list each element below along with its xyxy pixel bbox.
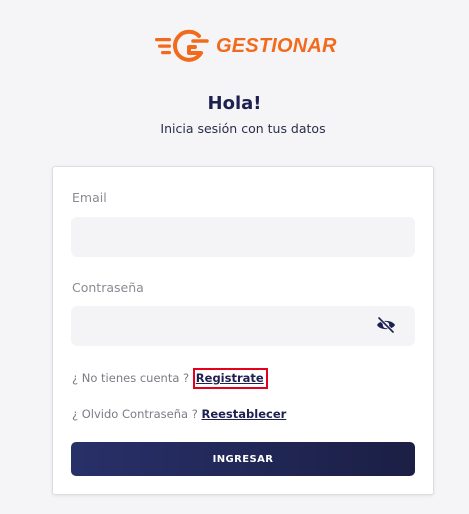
email-field[interactable] <box>71 217 415 257</box>
brand-logo: GESTIONAR <box>155 28 337 64</box>
forgot-row: ¿ Olvido Contraseña ? Reestablecer <box>72 407 286 421</box>
register-highlight: Registrate <box>192 368 268 389</box>
logo-icon <box>155 29 209 62</box>
email-label: Email <box>72 190 107 205</box>
no-account-text: ¿ No tienes cuenta ? <box>72 371 193 385</box>
page-subtitle: Inicia sesión con tus datos <box>160 121 326 136</box>
eye-off-icon[interactable] <box>375 316 397 334</box>
password-label: Contraseña <box>72 280 144 295</box>
register-link[interactable]: Registrate <box>196 371 264 385</box>
submit-button[interactable]: INGRESAR <box>71 442 415 476</box>
brand-name: GESTIONAR <box>216 34 337 57</box>
reset-password-link[interactable]: Reestablecer <box>201 407 286 421</box>
register-row: ¿ No tienes cuenta ? Registrate <box>72 368 268 389</box>
forgot-text: ¿ Olvido Contraseña ? <box>72 407 202 421</box>
page-title: Hola! <box>207 93 262 114</box>
login-card: Email Contraseña ¿ No tienes cuenta ? Re… <box>52 166 434 495</box>
password-field[interactable] <box>71 306 415 346</box>
